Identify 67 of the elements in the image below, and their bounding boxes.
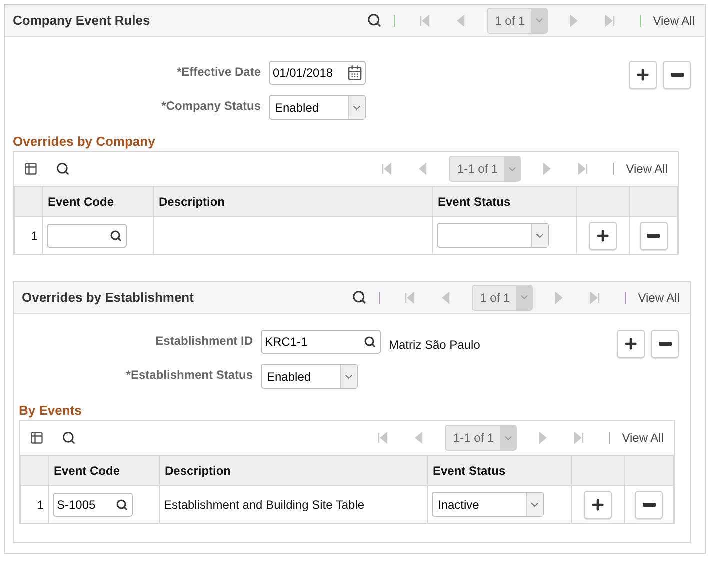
row-number: 1: [31, 228, 38, 242]
caret-icon: [531, 224, 548, 247]
field-label: Establishment ID: [154, 333, 253, 348]
column-header: Event Status: [428, 456, 572, 486]
page-selector[interactable]: 1-1 of 1: [445, 425, 518, 451]
section-title: By Events: [19, 403, 83, 418]
calendar-icon[interactable]: [347, 65, 363, 81]
caret-icon: [516, 286, 532, 310]
search-icon[interactable]: [62, 431, 76, 445]
panel-title: Overrides by Establishment: [22, 290, 194, 305]
plus-icon: [595, 228, 611, 244]
status-dropdown[interactable]: Enabled: [269, 95, 366, 120]
column-header: Description: [154, 187, 432, 216]
panel-title: Company Event Rules: [13, 13, 150, 28]
description-text: Establishment and Building Site Table: [164, 498, 365, 512]
search-icon[interactable]: [352, 290, 368, 305]
field-label: *Company Status: [160, 98, 261, 113]
plus-icon: [590, 496, 606, 512]
event-code-field[interactable]: S-1005: [53, 492, 133, 516]
plus-icon: [623, 336, 639, 352]
view-all-link[interactable]: View All: [626, 162, 668, 176]
minus-icon: [647, 234, 660, 238]
add-row-button[interactable]: [629, 61, 657, 89]
search-icon[interactable]: [110, 230, 122, 242]
delete-row-button[interactable]: [635, 490, 663, 518]
search-icon[interactable]: [56, 162, 70, 176]
caret-icon: [504, 157, 520, 181]
personalize-grid-icon[interactable]: [30, 431, 44, 445]
caret-icon: [500, 426, 516, 450]
caret-icon: [531, 8, 548, 32]
field-label: *Establishment Status: [125, 367, 253, 382]
establishment-name: Matriz São Paulo: [389, 337, 480, 352]
delete-row-button[interactable]: [640, 222, 668, 250]
page-selector[interactable]: 1 of 1: [487, 8, 548, 34]
caret-icon: [348, 96, 365, 119]
delete-row-button[interactable]: [651, 330, 679, 358]
minus-icon: [670, 73, 684, 77]
plus-icon: [635, 67, 651, 83]
search-icon[interactable]: [116, 498, 128, 510]
status-dropdown[interactable]: Enabled: [261, 364, 358, 389]
establishment-id-field[interactable]: KRC1-1: [261, 330, 381, 354]
search-icon[interactable]: [364, 336, 376, 348]
add-row-button[interactable]: [617, 330, 645, 358]
page-selector[interactable]: 1 of 1: [472, 284, 534, 310]
caret-icon: [340, 365, 357, 388]
add-row-button[interactable]: [589, 222, 617, 250]
search-icon[interactable]: [367, 13, 382, 28]
column-header: Event Code: [48, 456, 160, 486]
status-dropdown[interactable]: Inactive: [432, 492, 544, 517]
caret-icon: [526, 493, 543, 516]
page-selector[interactable]: 1-1 of 1: [449, 156, 522, 182]
minus-icon: [658, 342, 672, 346]
row-number: 1: [37, 498, 44, 512]
column-header: Event Code: [42, 187, 154, 216]
event-code-field[interactable]: [47, 224, 127, 248]
add-row-button[interactable]: [584, 490, 612, 518]
personalize-grid-icon[interactable]: [24, 162, 38, 176]
field-label: *Effective Date: [176, 64, 261, 79]
column-header: Event Status: [432, 187, 576, 216]
column-header: Description: [160, 456, 428, 486]
view-all-link[interactable]: View All: [653, 14, 695, 28]
minus-icon: [642, 502, 656, 506]
view-all-link[interactable]: View All: [638, 290, 680, 304]
view-all-link[interactable]: View All: [622, 431, 664, 445]
delete-row-button[interactable]: [663, 61, 691, 89]
section-title: Overrides by Company: [13, 134, 156, 149]
date-field[interactable]: 01/01/2018: [269, 61, 366, 85]
